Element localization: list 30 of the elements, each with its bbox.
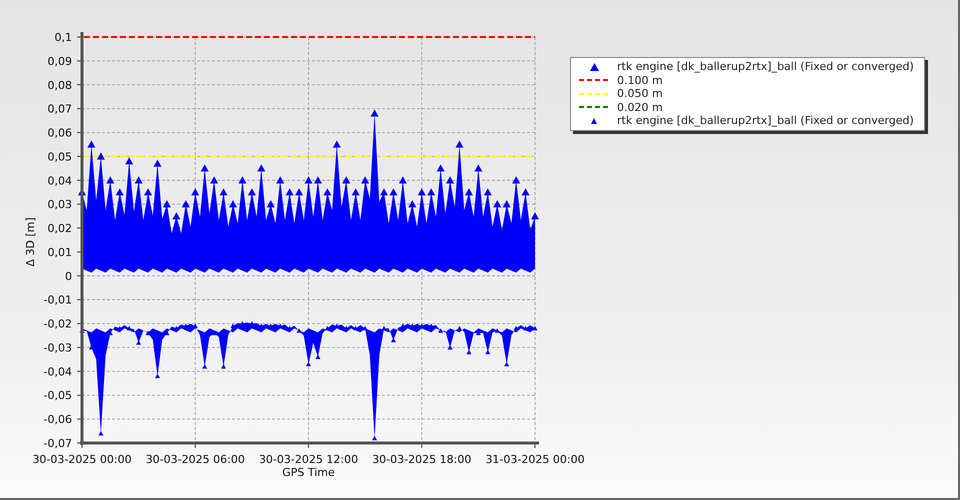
axis-tick-label: 0,1 xyxy=(54,31,72,44)
axis-tick-label: -0,04 xyxy=(44,365,72,378)
axis-tick-label: -0,02 xyxy=(44,318,72,331)
legend-label: 0.020 m xyxy=(617,100,663,114)
axis-tick-label: 0,06 xyxy=(48,126,72,140)
axis-tick-label: 0,02 xyxy=(48,222,72,236)
legend-label: rtk engine [dk_ballerup2rtx]_ball (Fixed or converged) xyxy=(617,60,914,74)
legend-label: 0.050 m xyxy=(617,87,663,100)
axis-tick-label: 0,09 xyxy=(48,54,72,68)
axis-tick-label: -0,05 xyxy=(44,389,72,402)
axis-tick-label: 0,07 xyxy=(48,102,72,116)
axis-tick-label: -0,01 xyxy=(44,294,72,307)
axis-tick-label: 30-03-2025 06:00 xyxy=(146,453,245,466)
axis-tick-label: 30-03-2025 12:00 xyxy=(258,453,358,466)
axis-tick-label: -0,07 xyxy=(44,437,72,450)
axis-tick-label: 0,01 xyxy=(48,246,72,259)
legend-label: rtk engine [dk_ballerup2rtx]_ball (Fixed or converged) xyxy=(617,114,914,128)
legend-label: 0.100 m xyxy=(617,74,663,87)
axis-tick-label: 0,04 xyxy=(48,174,72,188)
axis-tick-label: 30-03-2025 00:00 xyxy=(32,453,132,466)
axis-title: GPS Time xyxy=(282,466,335,479)
axis-tick-label: 0,08 xyxy=(48,78,72,92)
axis-tick-label: 31-03-2025 00:00 xyxy=(485,453,585,466)
axis-tick-label: 30-03-2025 18:00 xyxy=(372,453,472,466)
axis-tick-label: 0,05 xyxy=(48,150,72,164)
axis-tick-label: 0 xyxy=(65,270,72,283)
axis-tick-label: -0,03 xyxy=(44,341,72,354)
axis-tick-label: 0,03 xyxy=(48,198,72,212)
axis-title: Δ 3D [m] xyxy=(24,217,37,267)
axis-tick-label: -0,06 xyxy=(44,413,72,426)
